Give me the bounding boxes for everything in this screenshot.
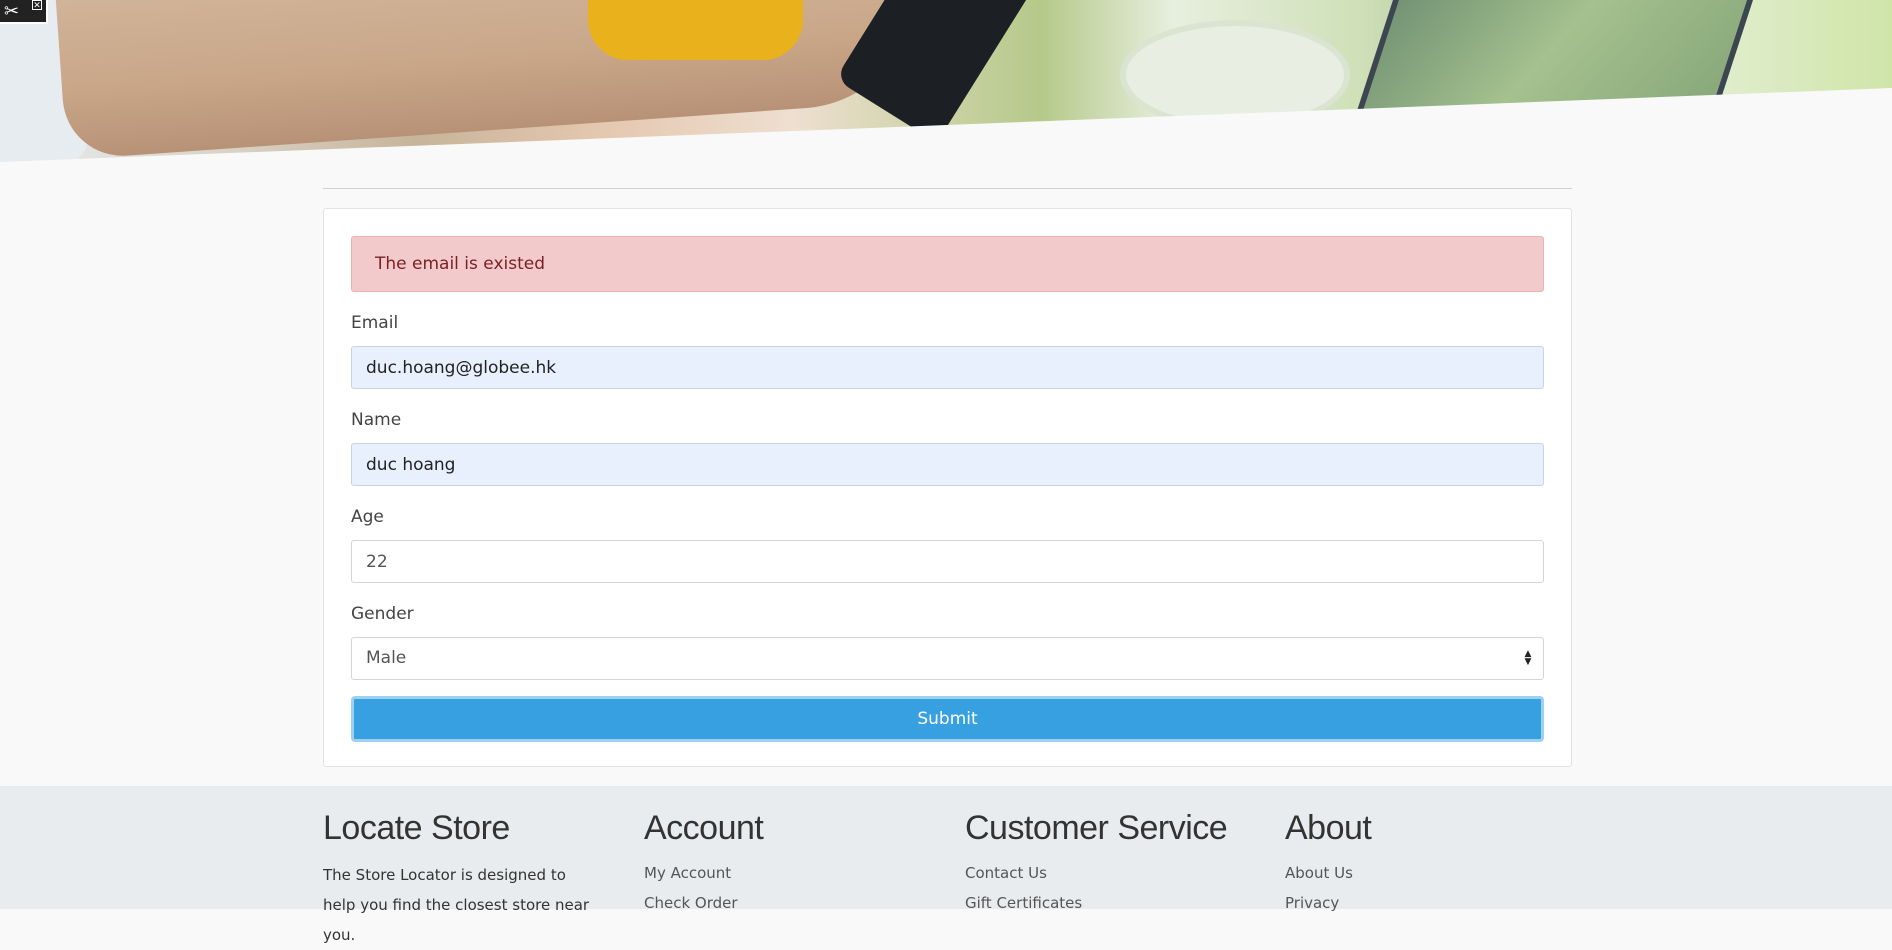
hero-slant-edge [0,88,1892,162]
footer-link-privacy[interactable]: Privacy [1285,888,1585,918]
footer-account-title: Account [644,809,764,847]
name-label: Name [351,410,402,430]
email-field[interactable] [351,346,1544,389]
footer-service-title: Customer Service [965,809,1228,847]
email-label: Email [351,313,399,333]
signup-form-card: The email is existed Email Name Age Gend… [323,208,1572,767]
close-icon[interactable]: ✕ [32,0,42,11]
gender-label: Gender [351,604,414,624]
select-arrows-icon: ▲ ▼ [1524,649,1532,667]
tools-icon: ✂ [4,1,20,22]
age-label: Age [351,507,384,527]
footer-link-gift-certificates[interactable]: Gift Certificates [965,888,1265,918]
gender-select[interactable]: Male ▲ ▼ [351,637,1544,680]
footer-link-about-us[interactable]: About Us [1285,858,1585,888]
footer-locate-text: The Store Locator is designed to help yo… [323,866,590,944]
age-field[interactable] [351,540,1544,583]
footer-link-check-order[interactable]: Check Order [644,888,944,918]
footer-link-contact-us[interactable]: Contact Us [965,858,1265,888]
footer-about-title: About [1285,809,1372,847]
devtools-badge[interactable]: ✂ ✕ [0,0,48,24]
error-alert: The email is existed [351,236,1544,292]
gender-selected-value: Male [366,648,407,668]
footer: Locate Store The Store Locator is design… [0,786,1892,944]
name-field[interactable] [351,443,1544,486]
footer-account: Account My Account Check Order [644,808,944,918]
footer-about: About About Us Privacy [1285,808,1585,918]
footer-link-my-account[interactable]: My Account [644,858,944,888]
section-divider [323,188,1572,189]
footer-customer-service: Customer Service Contact Us Gift Certifi… [965,808,1265,918]
footer-locate-title: Locate Store [323,809,510,847]
hero-banner [0,0,1892,162]
footer-locate-store: Locate Store The Store Locator is design… [323,808,623,950]
submit-button[interactable]: Submit [351,696,1544,742]
